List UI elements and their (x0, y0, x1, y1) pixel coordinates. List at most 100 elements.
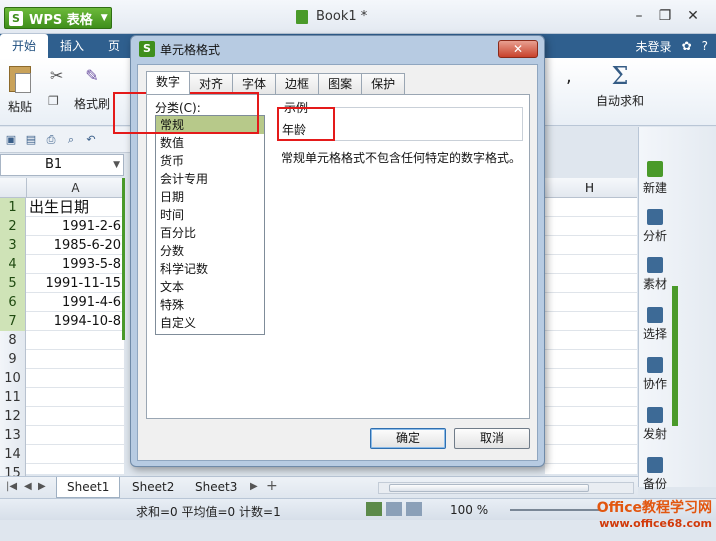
name-box[interactable]: B1 ▼ (0, 154, 124, 176)
autosum-button[interactable]: Σ 自动求和 (596, 62, 644, 109)
grid-cell[interactable]: 1991-4-6 (27, 293, 123, 312)
sheet-tab-3[interactable]: Sheet3 (185, 477, 247, 498)
list-item[interactable]: 百分比 (156, 224, 264, 242)
row-number[interactable]: 10 (0, 369, 26, 388)
taskpane-backup[interactable]: 备份 (639, 457, 671, 492)
zoom-slider[interactable] (510, 509, 600, 511)
tab-page[interactable]: 页 (96, 34, 132, 58)
row-number[interactable]: 11 (0, 388, 26, 407)
table-row: 4 1993-5-8 (0, 255, 124, 274)
dialog-title-bar[interactable]: S 单元格格式 (131, 36, 544, 62)
row-number[interactable]: 7 (0, 312, 26, 331)
list-item[interactable]: 时间 (156, 206, 264, 224)
scrollbar-thumb[interactable] (389, 484, 589, 492)
next-sheet-icon[interactable]: ▶ (38, 481, 46, 492)
print-preview-icon[interactable]: ⌕ (64, 133, 78, 147)
chevron-down-icon[interactable]: ▼ (113, 155, 120, 175)
app-menu-button[interactable]: S WPS 表格 ▼ (4, 7, 112, 29)
column-header-h[interactable]: H (545, 178, 637, 198)
prev-sheet-icon[interactable]: ◀ (24, 481, 32, 492)
grid-cell[interactable]: 1993-5-8 (27, 255, 123, 274)
undo-icon[interactable]: ↶ (84, 133, 98, 147)
taskpane-send[interactable]: 发射 (639, 407, 671, 442)
help-icon[interactable]: ? (702, 39, 708, 53)
list-item[interactable]: 分数 (156, 242, 264, 260)
tab-number[interactable]: 数字 (146, 71, 191, 94)
first-sheet-icon[interactable]: |◀ (6, 481, 17, 492)
sheet-tab-2[interactable]: Sheet2 (122, 477, 184, 498)
row-number[interactable]: 5 (0, 274, 26, 293)
restore-button[interactable]: ❐ (654, 8, 676, 24)
row-number[interactable]: 2 (0, 217, 26, 236)
tab-font[interactable]: 字体 (232, 73, 277, 94)
save-icon[interactable]: ▤ (24, 133, 38, 147)
zoom-level[interactable]: 100 % (450, 503, 488, 517)
grid-cell[interactable] (27, 369, 123, 388)
column-header-a[interactable]: A (26, 178, 124, 198)
list-item[interactable]: 货币 (156, 152, 264, 170)
row-number[interactable]: 6 (0, 293, 26, 312)
cut-button[interactable]: ✂ (50, 66, 63, 85)
login-link[interactable]: 未登录 (636, 38, 672, 55)
normal-view-icon[interactable] (366, 502, 382, 516)
row-number[interactable]: 1 (0, 198, 26, 217)
tab-border[interactable]: 边框 (275, 73, 320, 94)
grid-cell[interactable]: 1985-6-20 (27, 236, 123, 255)
grid-cell[interactable]: 1991-2-6 (27, 217, 123, 236)
skin-icon[interactable]: ✿ (682, 39, 692, 53)
grid-cell[interactable] (27, 445, 123, 464)
taskpane-analysis[interactable]: 分析 (639, 209, 671, 244)
list-item[interactable]: 日期 (156, 188, 264, 206)
open-folder-icon[interactable]: ▣ (4, 133, 18, 147)
list-item[interactable]: 特殊 (156, 296, 264, 314)
row-number[interactable]: 14 (0, 445, 26, 464)
tab-insert[interactable]: 插入 (48, 34, 96, 58)
list-item[interactable]: 文本 (156, 278, 264, 296)
grid-cell[interactable] (27, 331, 123, 350)
taskpane-new[interactable]: 新建 (639, 161, 671, 196)
row-number[interactable]: 8 (0, 331, 26, 350)
taskpane-select[interactable]: 选择 (639, 307, 671, 342)
dialog-close-button[interactable]: ✕ (498, 40, 538, 58)
add-sheet-button[interactable]: + (266, 478, 278, 494)
autosum-label: 自动求和 (596, 94, 645, 108)
category-list[interactable]: 常规 数值 货币 会计专用 日期 时间 百分比 分数 科学记数 文本 特殊 自定义 (155, 115, 265, 335)
page-break-icon[interactable] (406, 502, 422, 516)
row-number[interactable]: 9 (0, 350, 26, 369)
tab-protection[interactable]: 保护 (361, 73, 406, 94)
list-item[interactable]: 科学记数 (156, 260, 264, 278)
print-icon[interactable]: ⎙ (44, 133, 58, 147)
ok-button[interactable]: 确定 (370, 428, 446, 449)
taskpane-materials[interactable]: 素材 (639, 257, 671, 292)
grid-cell[interactable]: 1991-11-15 (27, 274, 123, 293)
tab-alignment[interactable]: 对齐 (189, 73, 234, 94)
cancel-button[interactable]: 取消 (454, 428, 530, 449)
minimize-button[interactable]: – (628, 8, 650, 24)
grid-cell[interactable]: 出生日期 (27, 198, 123, 217)
grid-cell[interactable] (27, 426, 123, 445)
comma-style-button[interactable]: , (566, 66, 572, 87)
grid-cell[interactable] (27, 350, 123, 369)
row-number[interactable]: 13 (0, 426, 26, 445)
horizontal-scrollbar[interactable] (378, 482, 634, 494)
format-painter-button[interactable]: ✎ 格式刷 (74, 66, 110, 112)
task-pane-scrollbar[interactable] (672, 286, 678, 426)
copy-button[interactable]: ❐ (48, 94, 59, 108)
taskpane-collaborate[interactable]: 协作 (639, 357, 671, 392)
sheet-tab-1[interactable]: Sheet1 (56, 477, 121, 498)
list-item[interactable]: 会计专用 (156, 170, 264, 188)
last-sheet-icon[interactable]: ▶ (250, 481, 258, 492)
list-item[interactable]: 数值 (156, 134, 264, 152)
paste-button[interactable]: 粘贴 (8, 66, 32, 115)
page-layout-icon[interactable] (386, 502, 402, 516)
grid-cell[interactable]: 1994-10-8 (27, 312, 123, 331)
row-number[interactable]: 4 (0, 255, 26, 274)
grid-cell[interactable] (27, 407, 123, 426)
grid-cell[interactable] (27, 388, 123, 407)
row-number[interactable]: 3 (0, 236, 26, 255)
tab-pattern[interactable]: 图案 (318, 73, 363, 94)
close-window-button[interactable]: ✕ (682, 8, 704, 24)
tab-home[interactable]: 开始 (0, 34, 49, 58)
list-item[interactable]: 自定义 (156, 314, 264, 332)
row-number[interactable]: 12 (0, 407, 26, 426)
